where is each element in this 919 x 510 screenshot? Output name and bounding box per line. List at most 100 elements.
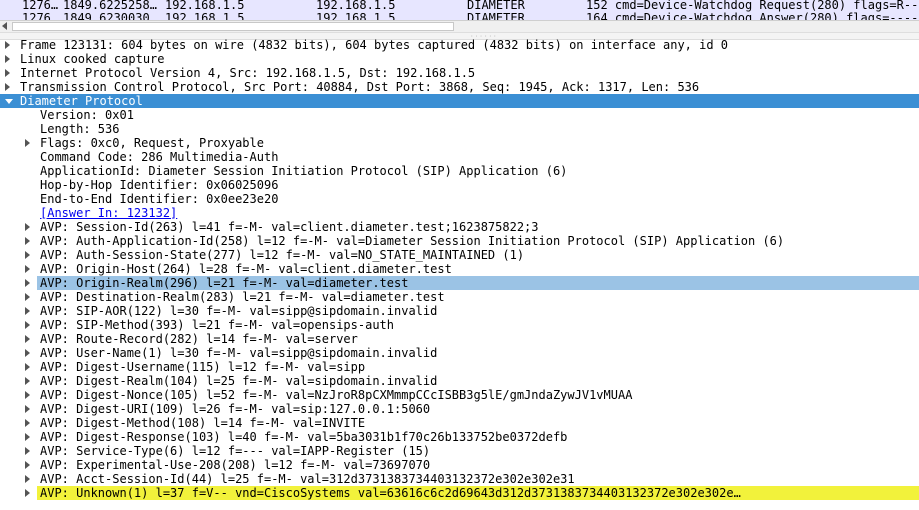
expand-arrow-icon[interactable] (25, 279, 30, 287)
expand-arrow-icon[interactable] (25, 433, 30, 441)
tree-item-avp-digest-nonce[interactable]: AVP: Digest-Nonce(105) l=52 f=-M- val=Nz… (0, 388, 919, 402)
tree-item-avp-origin-host[interactable]: AVP: Origin-Host(264) l=28 f=-M- val=cli… (0, 262, 919, 276)
expand-arrow-icon[interactable] (5, 41, 10, 49)
scrollbar-thumb[interactable] (12, 22, 454, 31)
expand-arrow-icon[interactable] (25, 419, 30, 427)
expand-arrow-icon[interactable] (25, 391, 30, 399)
tree-item-label: ApplicationId: Diameter Session Initiati… (40, 164, 568, 178)
expand-arrow-icon[interactable] (25, 377, 30, 385)
tree-item-label: Version: 0x01 (40, 108, 134, 122)
expand-arrow-icon[interactable] (5, 55, 10, 63)
expand-arrow-icon[interactable] (25, 223, 30, 231)
packet-row[interactable]: 1276… 1849.6230030… 192.168.1.5 192.168.… (0, 11, 919, 20)
packet-list: 1276… 1849.6225258… 192.168.1.5 192.168.… (0, 0, 919, 20)
packet-list-horizontal-scrollbar[interactable] (0, 20, 919, 32)
expand-arrow-icon[interactable] (25, 461, 30, 469)
expand-arrow-icon[interactable] (25, 237, 30, 245)
tree-item-label: Linux cooked capture (20, 52, 165, 66)
tree-item-diameter-protocol[interactable]: Diameter Protocol (0, 94, 919, 108)
tree-item-label: Flags: 0xc0, Request, Proxyable (40, 136, 264, 150)
tree-item-avp-digest-username[interactable]: AVP: Digest-Username(115) l=12 f=-M- val… (0, 360, 919, 374)
tree-item-label: AVP: Acct-Session-Id(44) l=25 f=-M- val=… (40, 472, 575, 486)
tree-item-avp-digest-uri[interactable]: AVP: Digest-URI(109) l=26 f=-M- val=sip:… (0, 402, 919, 416)
tree-item-version[interactable]: Version: 0x01 (0, 108, 919, 122)
tree-item-avp-auth-application-id[interactable]: AVP: Auth-Application-Id(258) l=12 f=-M-… (0, 234, 919, 248)
tree-item-avp-session-id[interactable]: AVP: Session-Id(263) l=41 f=-M- val=clie… (0, 220, 919, 234)
tree-item-label: AVP: Digest-Nonce(105) l=52 f=-M- val=Nz… (40, 388, 633, 402)
expand-arrow-icon[interactable] (25, 475, 30, 483)
tree-item-label: AVP: Route-Record(282) l=14 f=-M- val=se… (40, 332, 358, 346)
tree-item-avp-service-type[interactable]: AVP: Service-Type(6) l=12 f=--- val=IAPP… (0, 444, 919, 458)
tree-item-label: AVP: Digest-Method(108) l=14 f=-M- val=I… (40, 416, 366, 430)
tree-item-linux-cooked-capture[interactable]: Linux cooked capture (0, 52, 919, 66)
tree-item-label: AVP: Origin-Realm(296) l=21 f=-M- val=di… (40, 276, 409, 290)
tree-item-label: AVP: Experimental-Use-208(208) l=12 f=-M… (40, 458, 431, 472)
tree-item-hop-by-hop-id[interactable]: Hop-by-Hop Identifier: 0x06025096 (0, 178, 919, 192)
expand-arrow-icon[interactable] (25, 447, 30, 455)
tree-item-label: AVP: Digest-Username(115) l=12 f=-M- val… (40, 360, 366, 374)
tree-item-label: AVP: User-Name(1) l=30 f=-M- val=sipp@si… (40, 346, 438, 360)
tree-item-label: Diameter Protocol (20, 94, 143, 108)
packet-time: 1849.6230030… (63, 11, 157, 20)
expand-arrow-icon[interactable] (25, 335, 30, 343)
expand-arrow-icon[interactable] (25, 321, 30, 329)
tree-item-tcp[interactable]: Transmission Control Protocol, Src Port:… (0, 80, 919, 94)
tree-item-avp-route-record[interactable]: AVP: Route-Record(282) l=14 f=-M- val=se… (0, 332, 919, 346)
packet-info: 164 cmd=Device-Watchdog Answer(280) flag… (586, 11, 919, 20)
expand-arrow-icon[interactable] (5, 69, 10, 77)
tree-item-label: AVP: Unknown(1) l=37 f=V-- vnd=CiscoSyst… (40, 486, 741, 500)
tree-item-label: AVP: Destination-Realm(283) l=21 f=-M- v… (40, 290, 445, 304)
packet-destination: 192.168.1.5 (316, 11, 396, 20)
tree-item-label: Transmission Control Protocol, Src Port:… (20, 80, 700, 94)
tree-item-frame[interactable]: Frame 123131: 604 bytes on wire (4832 bi… (0, 38, 919, 52)
tree-item-avp-destination-realm[interactable]: AVP: Destination-Realm(283) l=21 f=-M- v… (0, 290, 919, 304)
tree-item-label: AVP: SIP-AOR(122) l=30 f=-M- val=sipp@si… (40, 304, 438, 318)
tree-item-label: Frame 123131: 604 bytes on wire (4832 bi… (20, 38, 729, 52)
tree-item-avp-digest-realm[interactable]: AVP: Digest-Realm(104) l=25 f=-M- val=si… (0, 374, 919, 388)
expand-arrow-icon[interactable] (25, 265, 30, 273)
tree-item-avp-unknown-cisco[interactable]: AVP: Unknown(1) l=37 f=V-- vnd=CiscoSyst… (0, 486, 919, 500)
tree-item-answer-in-link[interactable]: [Answer In: 123132] (0, 206, 919, 220)
expand-arrow-icon[interactable] (25, 489, 30, 497)
packet-protocol: DIAMETER (467, 11, 525, 20)
expand-arrow-icon[interactable] (25, 307, 30, 315)
packet-source: 192.168.1.5 (165, 11, 245, 20)
tree-item-application-id[interactable]: ApplicationId: Diameter Session Initiati… (0, 164, 919, 178)
tree-item-label: AVP: Auth-Session-State(277) l=12 f=-M- … (40, 248, 525, 262)
expand-arrow-icon[interactable] (25, 363, 30, 371)
expand-arrow-icon[interactable] (25, 349, 30, 357)
expand-arrow-icon[interactable] (25, 293, 30, 301)
expand-arrow-icon[interactable] (5, 83, 10, 91)
tree-item-avp-sip-aor[interactable]: AVP: SIP-AOR(122) l=30 f=-M- val=sipp@si… (0, 304, 919, 318)
expand-arrow-icon[interactable] (25, 251, 30, 259)
answer-in-link[interactable]: [Answer In: 123132] (40, 206, 177, 220)
tree-item-avp-auth-session-state[interactable]: AVP: Auth-Session-State(277) l=12 f=-M- … (0, 248, 919, 262)
tree-item-end-to-end-id[interactable]: End-to-End Identifier: 0x0ee23e20 (0, 192, 919, 206)
tree-item-flags[interactable]: Flags: 0xc0, Request, Proxyable (0, 136, 919, 150)
tree-item-label: End-to-End Identifier: 0x0ee23e20 (40, 192, 279, 206)
tree-item-avp-user-name[interactable]: AVP: User-Name(1) l=30 f=-M- val=sipp@si… (0, 346, 919, 360)
tree-item-length[interactable]: Length: 536 (0, 122, 919, 136)
tree-item-label: AVP: Digest-Response(103) l=40 f=-M- val… (40, 430, 568, 444)
tree-item-label: Length: 536 (40, 122, 120, 136)
tree-item-label: Command Code: 286 Multimedia-Auth (40, 150, 279, 164)
tree-item-label: AVP: Digest-URI(109) l=26 f=-M- val=sip:… (40, 402, 431, 416)
scroll-left-arrow-icon[interactable] (2, 22, 7, 30)
tree-item-avp-origin-realm[interactable]: AVP: Origin-Realm(296) l=21 f=-M- val=di… (0, 276, 919, 290)
expand-arrow-icon[interactable] (25, 139, 30, 147)
tree-item-avp-sip-method[interactable]: AVP: SIP-Method(393) l=21 f=-M- val=open… (0, 318, 919, 332)
expand-arrow-icon[interactable] (25, 405, 30, 413)
tree-item-label: AVP: Auth-Application-Id(258) l=12 f=-M-… (40, 234, 785, 248)
tree-item-ipv4[interactable]: Internet Protocol Version 4, Src: 192.16… (0, 66, 919, 80)
tree-item-avp-acct-session-id[interactable]: AVP: Acct-Session-Id(44) l=25 f=-M- val=… (0, 472, 919, 486)
tree-item-label: AVP: SIP-Method(393) l=21 f=-M- val=open… (40, 318, 395, 332)
tree-item-label: AVP: Digest-Realm(104) l=25 f=-M- val=si… (40, 374, 438, 388)
tree-item-avp-digest-method[interactable]: AVP: Digest-Method(108) l=14 f=-M- val=I… (0, 416, 919, 430)
tree-item-avp-digest-response[interactable]: AVP: Digest-Response(103) l=40 f=-M- val… (0, 430, 919, 444)
tree-item-command-code[interactable]: Command Code: 286 Multimedia-Auth (0, 150, 919, 164)
packet-number: 1276… (22, 11, 59, 20)
tree-item-avp-experimental-use[interactable]: AVP: Experimental-Use-208(208) l=12 f=-M… (0, 458, 919, 472)
tree-item-label: AVP: Session-Id(263) l=41 f=-M- val=clie… (40, 220, 539, 234)
tree-item-label: Internet Protocol Version 4, Src: 192.16… (20, 66, 476, 80)
collapse-arrow-icon[interactable] (5, 99, 13, 104)
